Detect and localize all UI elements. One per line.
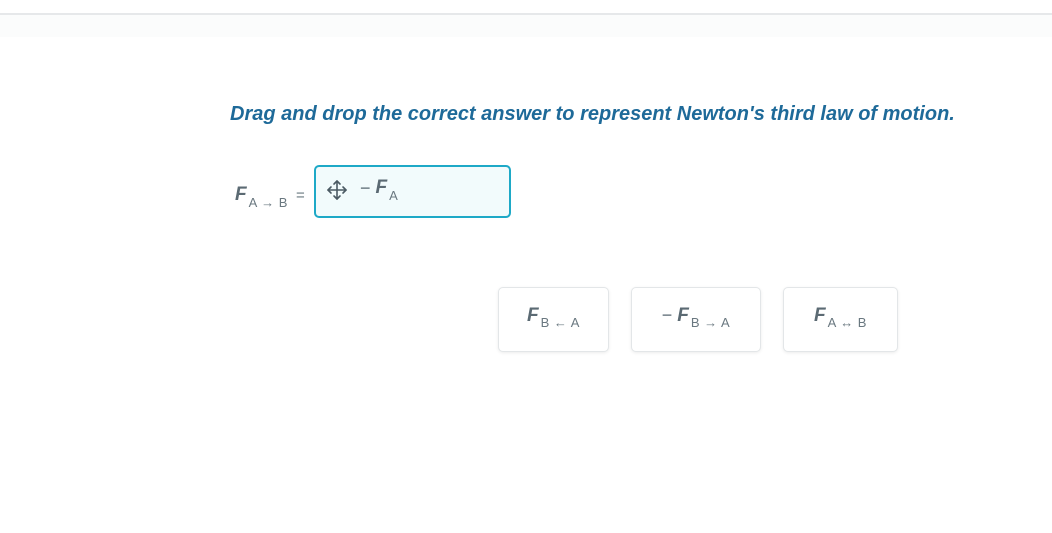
option-subscript: B ← A bbox=[540, 315, 580, 330]
option-variable: F bbox=[814, 304, 826, 326]
placed-subscript: A bbox=[389, 187, 399, 203]
answer-option-3[interactable]: F A ↔ B bbox=[783, 287, 898, 352]
lhs-variable: F bbox=[235, 184, 247, 205]
answer-drop-zone[interactable]: − F A bbox=[314, 165, 511, 218]
answer-option-2[interactable]: − F B → A bbox=[631, 287, 761, 352]
question-text: Drag and drop the correct answer to repr… bbox=[230, 103, 955, 125]
option-subscript: B → A bbox=[690, 315, 731, 330]
option-variable: F bbox=[677, 304, 689, 326]
lhs-subscript: A → B bbox=[248, 194, 288, 210]
equals-sign: = bbox=[295, 186, 305, 204]
placed-answer[interactable]: − F A bbox=[360, 177, 398, 203]
option-minus: − bbox=[661, 305, 673, 325]
move-icon[interactable] bbox=[326, 179, 348, 201]
answer-option-1[interactable]: F B ← A bbox=[498, 287, 609, 352]
option-variable: F bbox=[527, 304, 539, 326]
option-subscript: A ↔ B bbox=[827, 315, 867, 330]
equation: F A → B = bbox=[235, 180, 305, 210]
top-band bbox=[0, 15, 1052, 37]
placed-variable: F bbox=[375, 177, 388, 198]
placed-minus: − bbox=[360, 177, 371, 198]
